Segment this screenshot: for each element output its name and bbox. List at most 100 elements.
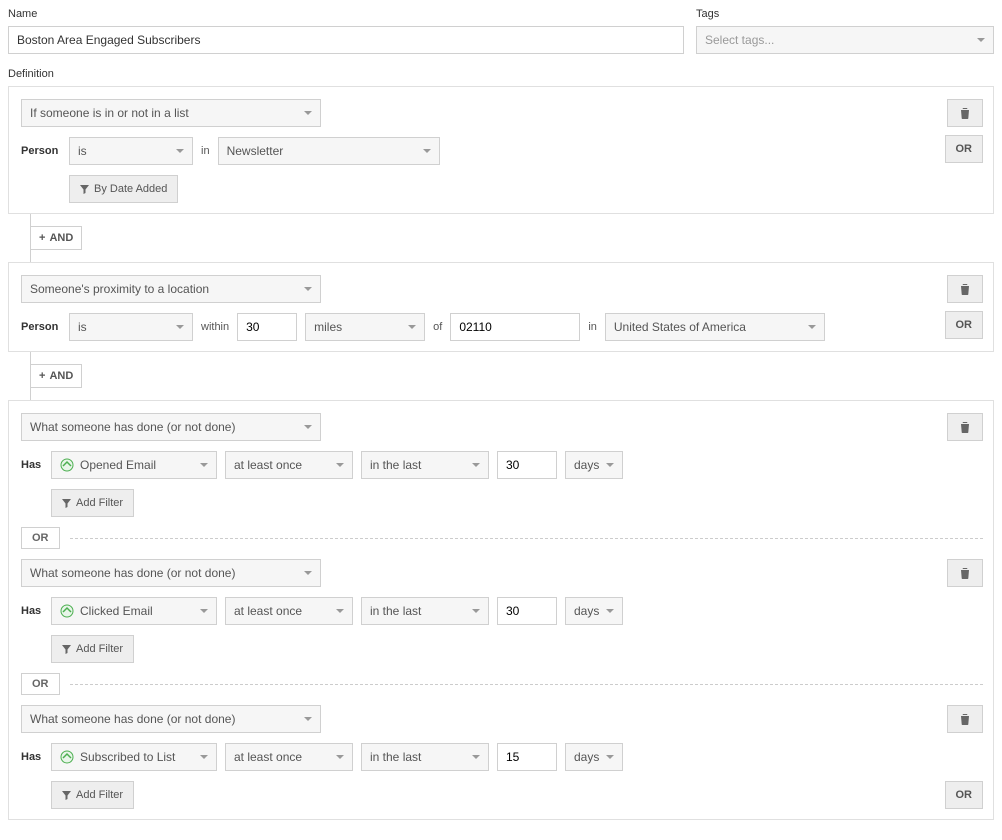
- in-label: in: [201, 145, 210, 157]
- trash-icon: [960, 421, 970, 433]
- person-op-value: is: [78, 144, 87, 158]
- or-button[interactable]: OR: [945, 135, 984, 163]
- freq-value: at least once: [234, 604, 302, 618]
- event-icon: [60, 604, 74, 618]
- unit-value: miles: [314, 320, 342, 334]
- time-unit-value: days: [574, 604, 599, 618]
- filter-icon: [62, 499, 71, 508]
- person-label: Person: [21, 321, 61, 333]
- or-line: [70, 538, 984, 539]
- range-select[interactable]: in the last: [361, 451, 489, 479]
- by-date-added-label: By Date Added: [94, 183, 167, 195]
- condition-type-value: What someone has done (or not done): [30, 712, 235, 726]
- or-button[interactable]: OR: [945, 781, 984, 809]
- name-label: Name: [8, 8, 684, 20]
- condition-type-value: What someone has done (or not done): [30, 420, 235, 434]
- distance-input[interactable]: [237, 313, 297, 341]
- zip-input[interactable]: [450, 313, 580, 341]
- event-select[interactable]: Clicked Email: [51, 597, 217, 625]
- and-label: AND: [49, 232, 73, 244]
- or-separator: OR: [21, 673, 983, 695]
- and-button[interactable]: + AND: [30, 364, 82, 388]
- list-value: Newsletter: [227, 144, 284, 158]
- time-unit-value: days: [574, 458, 599, 472]
- time-unit-select[interactable]: days: [565, 597, 623, 625]
- freq-select[interactable]: at least once: [225, 743, 353, 771]
- event-icon: [60, 458, 74, 472]
- condition-group-3: What someone has done (or not done) Has …: [8, 400, 994, 820]
- condition-group-2: OR Someone's proximity to a location Per…: [8, 262, 994, 352]
- delete-block-button[interactable]: [947, 413, 983, 441]
- time-unit-select[interactable]: days: [565, 451, 623, 479]
- or-button[interactable]: OR: [945, 311, 984, 339]
- within-label: within: [201, 321, 229, 333]
- delete-block-button[interactable]: [947, 705, 983, 733]
- delete-group-button[interactable]: [947, 275, 983, 303]
- event-select[interactable]: Opened Email: [51, 451, 217, 479]
- freq-value: at least once: [234, 458, 302, 472]
- delete-group-button[interactable]: [947, 99, 983, 127]
- range-select[interactable]: in the last: [361, 743, 489, 771]
- delete-block-button[interactable]: [947, 559, 983, 587]
- condition-type-select[interactable]: Someone's proximity to a location: [21, 275, 321, 303]
- sub-block: What someone has done (or not done) Has …: [21, 413, 983, 517]
- condition-type-value: What someone has done (or not done): [30, 566, 235, 580]
- add-filter-button[interactable]: Add Filter: [51, 489, 134, 517]
- country-value: United States of America: [614, 320, 746, 334]
- event-value: Subscribed to List: [80, 750, 175, 764]
- freq-select[interactable]: at least once: [225, 451, 353, 479]
- and-button[interactable]: + AND: [30, 226, 82, 250]
- range-value: in the last: [370, 458, 421, 472]
- condition-type-select[interactable]: What someone has done (or not done): [21, 559, 321, 587]
- condition-type-select[interactable]: What someone has done (or not done): [21, 413, 321, 441]
- tags-select[interactable]: Select tags...: [696, 26, 994, 54]
- event-select[interactable]: Subscribed to List: [51, 743, 217, 771]
- freq-select[interactable]: at least once: [225, 597, 353, 625]
- count-input[interactable]: [497, 597, 557, 625]
- by-date-added-button[interactable]: By Date Added: [69, 175, 178, 203]
- add-filter-button[interactable]: Add Filter: [51, 635, 134, 663]
- add-filter-label: Add Filter: [76, 643, 123, 655]
- has-label: Has: [21, 459, 43, 471]
- or-pill[interactable]: OR: [21, 527, 60, 549]
- add-filter-button[interactable]: Add Filter: [51, 781, 134, 809]
- condition-type-select[interactable]: What someone has done (or not done): [21, 705, 321, 733]
- filter-icon: [62, 791, 71, 800]
- sub-block: What someone has done (or not done) Has …: [21, 559, 983, 663]
- condition-group-1: OR If someone is in or not in a list Per…: [8, 86, 994, 214]
- or-separator: OR: [21, 527, 983, 549]
- range-select[interactable]: in the last: [361, 597, 489, 625]
- range-value: in the last: [370, 604, 421, 618]
- list-select[interactable]: Newsletter: [218, 137, 440, 165]
- add-filter-label: Add Filter: [76, 497, 123, 509]
- count-input[interactable]: [497, 743, 557, 771]
- condition-type-select[interactable]: If someone is in or not in a list: [21, 99, 321, 127]
- tags-placeholder: Select tags...: [705, 33, 774, 47]
- sub-block: What someone has done (or not done) Has …: [21, 705, 983, 809]
- count-input[interactable]: [497, 451, 557, 479]
- event-value: Clicked Email: [80, 604, 153, 618]
- country-select[interactable]: United States of America: [605, 313, 825, 341]
- trash-icon: [960, 567, 970, 579]
- event-value: Opened Email: [80, 458, 156, 472]
- time-unit-select[interactable]: days: [565, 743, 623, 771]
- unit-select[interactable]: miles: [305, 313, 425, 341]
- person-op-select[interactable]: is: [69, 313, 193, 341]
- has-label: Has: [21, 751, 43, 763]
- or-line: [70, 684, 984, 685]
- add-filter-label: Add Filter: [76, 789, 123, 801]
- or-pill[interactable]: OR: [21, 673, 60, 695]
- condition-type-value: If someone is in or not in a list: [30, 106, 189, 120]
- of-label: of: [433, 321, 442, 333]
- trash-icon: [960, 713, 970, 725]
- person-label: Person: [21, 145, 61, 157]
- person-op-value: is: [78, 320, 87, 334]
- condition-type-value: Someone's proximity to a location: [30, 282, 209, 296]
- in2-label: in: [588, 321, 597, 333]
- filter-icon: [62, 645, 71, 654]
- trash-icon: [960, 283, 970, 295]
- name-input[interactable]: [8, 26, 684, 54]
- time-unit-value: days: [574, 750, 599, 764]
- person-op-select[interactable]: is: [69, 137, 193, 165]
- plus-icon: +: [39, 370, 45, 382]
